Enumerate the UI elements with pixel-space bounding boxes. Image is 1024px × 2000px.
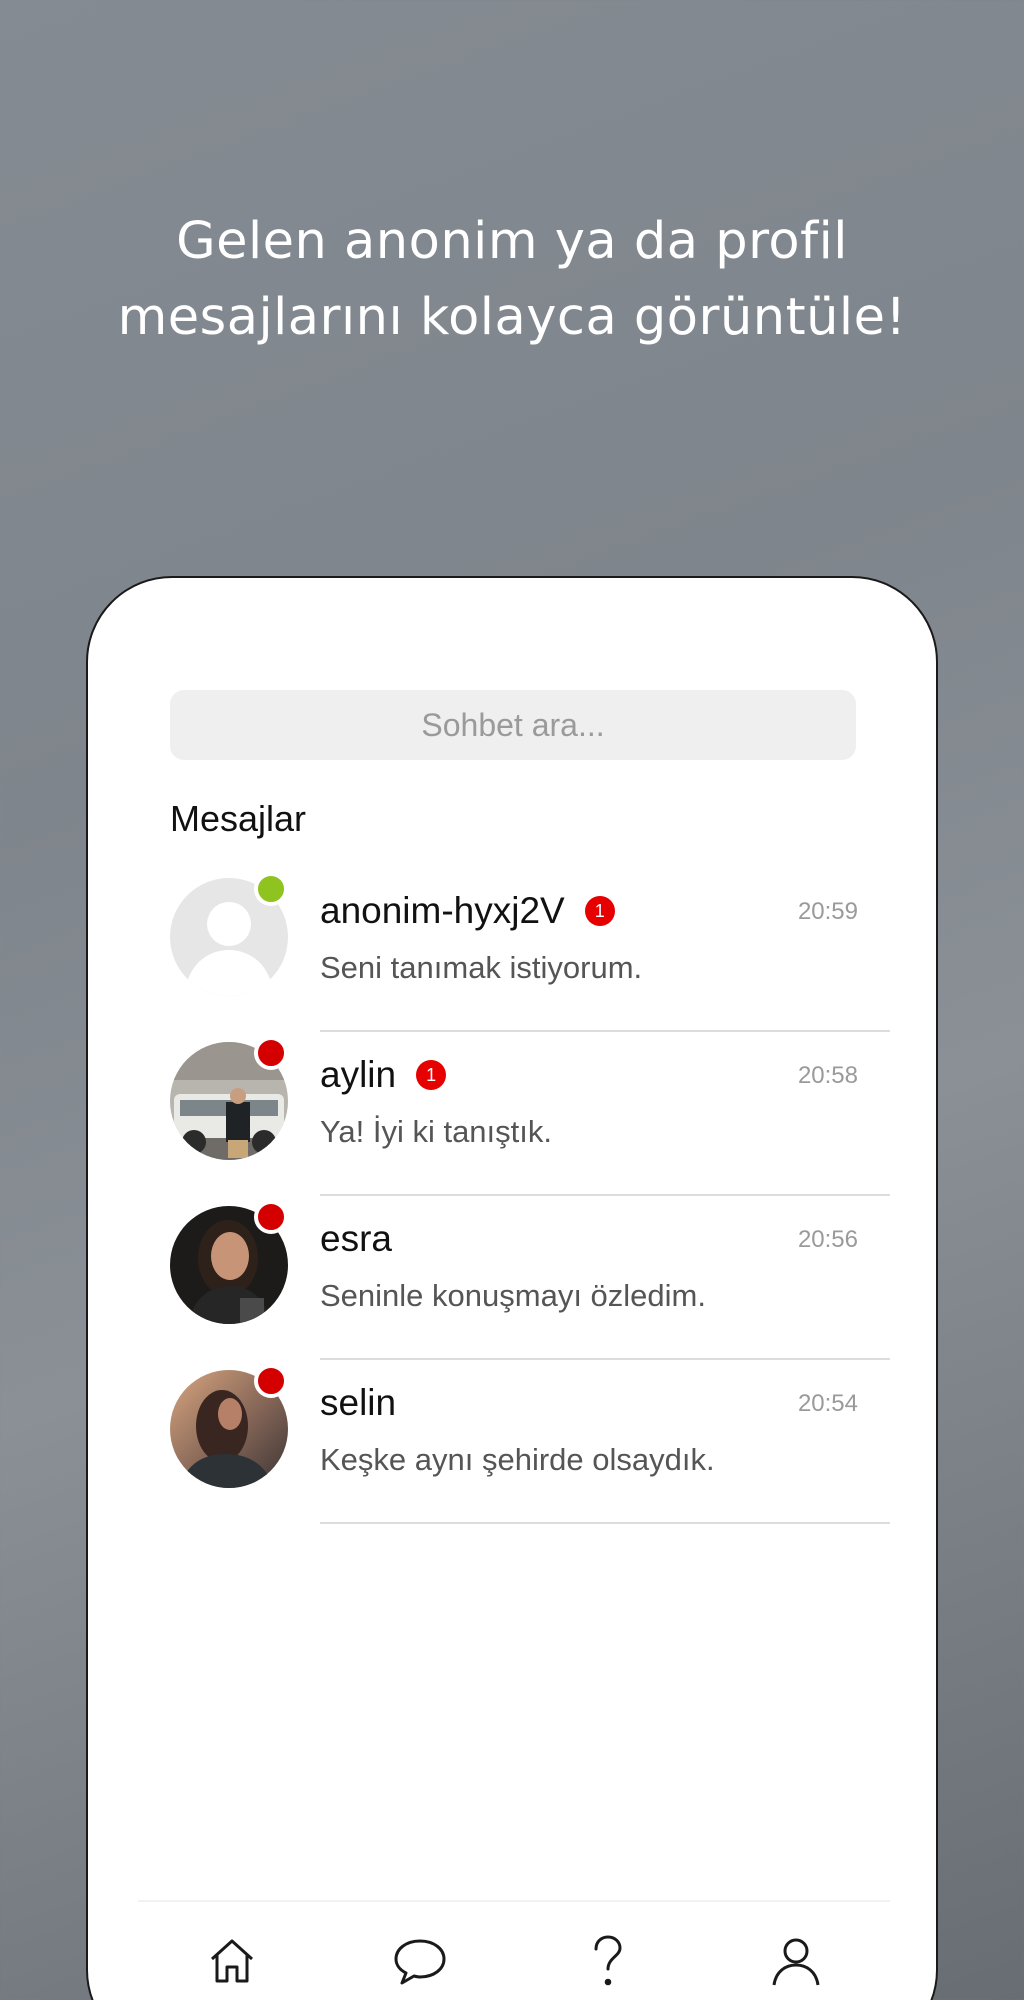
home-icon	[210, 1939, 254, 1983]
chat-item-aylin[interactable]: aylin 1 20:58 Ya! İyi ki tanıştık.	[88, 1032, 936, 1196]
online-status-dot	[254, 872, 288, 906]
search-placeholder: Sohbet ara...	[421, 706, 605, 743]
chat-preview: Ya! İyi ki tanıştık.	[320, 1114, 553, 1149]
chat-item-selin[interactable]: selin 20:54 Keşke aynı şehirde olsaydık.	[88, 1360, 936, 1524]
divider	[320, 1522, 890, 1524]
chat-time: 20:56	[797, 1226, 858, 1253]
offline-status-dot	[254, 1036, 288, 1070]
chat-name: esra	[320, 1218, 392, 1259]
question-icon	[594, 1935, 622, 1986]
section-title: Mesajlar	[170, 798, 307, 839]
chat-preview: Keşke aynı şehirde olsaydık.	[320, 1442, 715, 1477]
unread-badge: 1	[416, 1060, 447, 1090]
chat-time: 20:58	[797, 1062, 858, 1089]
chat-time: 20:59	[797, 898, 858, 925]
chat-preview: Seni tanımak istiyorum.	[320, 950, 643, 985]
headline-line-1: Gelen anonim ya da profil	[176, 212, 848, 271]
search-input[interactable]: Sohbet ara...	[170, 690, 856, 760]
chat-bubble-icon	[394, 1939, 446, 1985]
tab-messages[interactable]	[390, 1931, 450, 1991]
chat-item-anonim[interactable]: anonim-hyxj2V 1 20:59 Seni tanımak istiy…	[88, 868, 936, 1032]
chat-item-esra[interactable]: esra 20:56 Seninle konuşmayı özledim.	[88, 1196, 936, 1360]
headline-line-2: mesajlarını kolayca görüntüle!	[117, 288, 907, 347]
chat-time: 20:54	[797, 1390, 858, 1417]
phone-mockup: Sohbet ara... Mesajlar anonim-hyxj2V 1 2…	[86, 576, 938, 2000]
tab-home[interactable]	[202, 1931, 262, 1991]
bottom-tab-bar	[138, 1900, 890, 2000]
offline-status-dot	[254, 1200, 288, 1234]
chat-name: selin	[320, 1382, 397, 1423]
profile-icon	[772, 1938, 820, 1986]
promo-headline: Gelen anonim ya da profil mesajlarını ko…	[0, 204, 1024, 356]
chat-preview: Seninle konuşmayı özledim.	[320, 1278, 706, 1313]
offline-status-dot	[254, 1364, 288, 1398]
chat-name: anonim-hyxj2V	[320, 890, 565, 931]
chat-name: aylin	[320, 1054, 397, 1095]
unread-badge: 1	[584, 896, 615, 926]
tab-profile[interactable]	[766, 1931, 826, 1991]
chat-list: anonim-hyxj2V 1 20:59 Seni tanımak istiy…	[88, 868, 936, 1524]
tab-help[interactable]	[578, 1931, 638, 1991]
